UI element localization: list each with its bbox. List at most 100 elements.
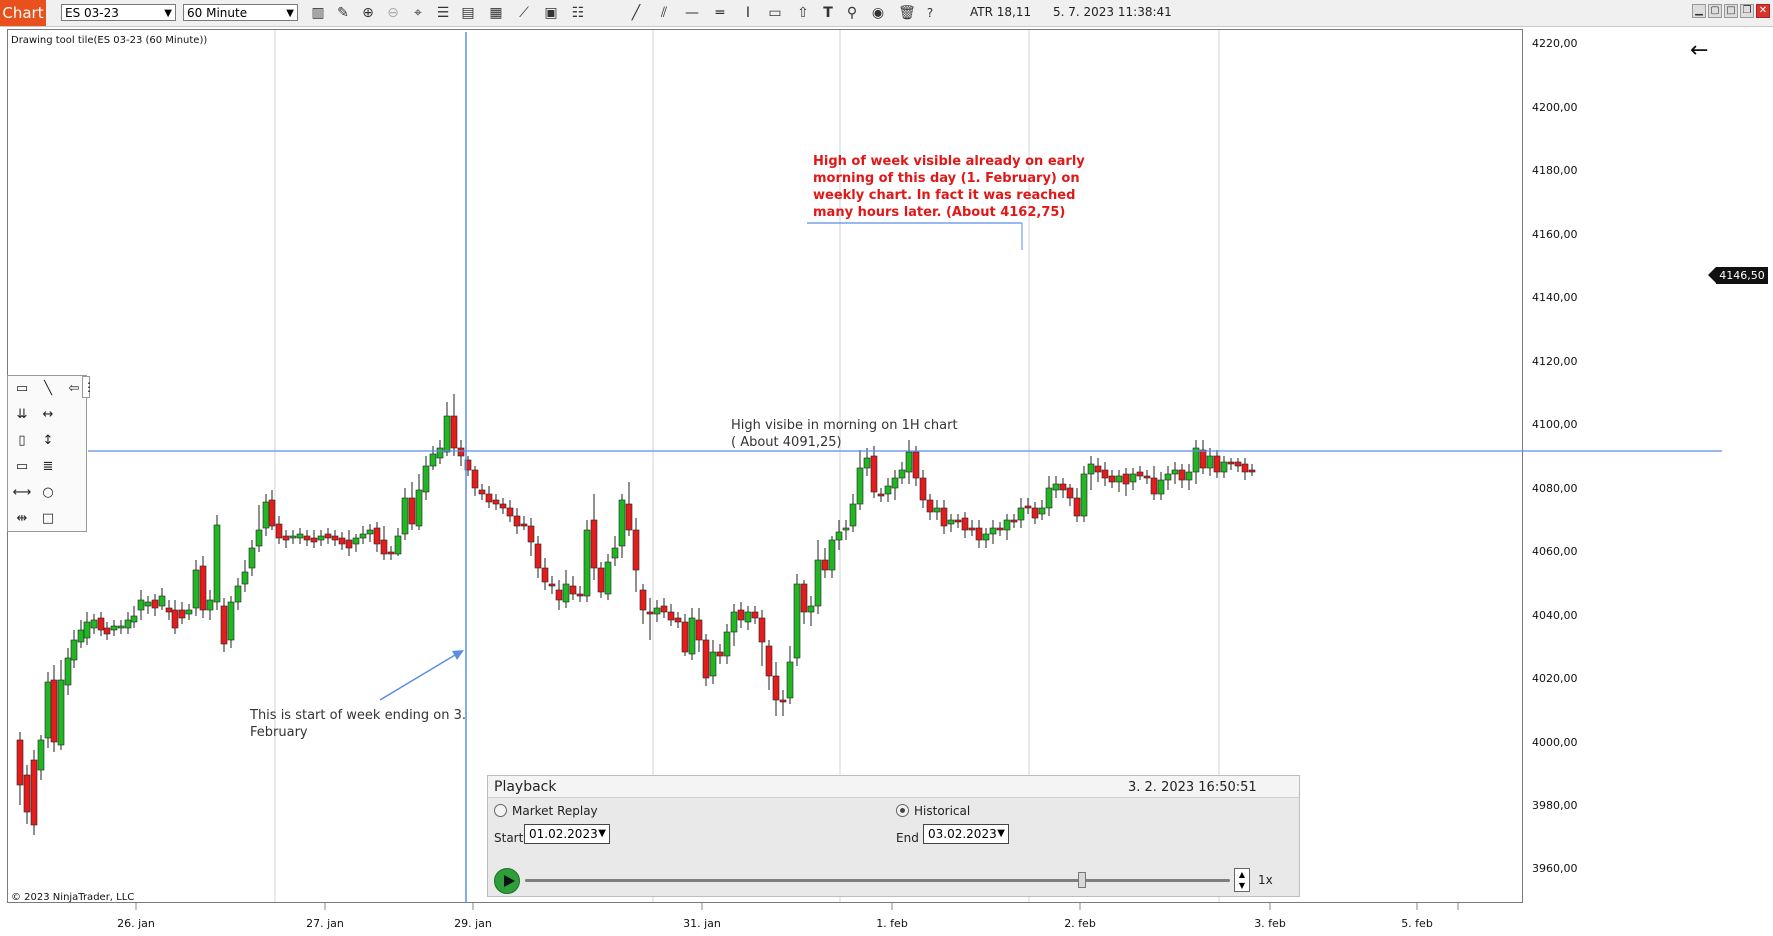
candle-body	[660, 605, 668, 613]
candle-body	[996, 527, 1004, 531]
square-icon[interactable]: □	[37, 510, 59, 528]
candle-body	[90, 619, 98, 629]
candle-body	[1073, 497, 1081, 517]
rectangle-icon[interactable]: ▭	[11, 458, 33, 476]
time-tick-label: 29. jan	[454, 917, 492, 930]
time-tick-label: 3. feb	[1254, 917, 1286, 930]
candle-body	[1066, 487, 1074, 499]
playback-slider-thumb[interactable]	[1077, 872, 1086, 888]
candle-body	[1241, 463, 1249, 473]
circle-icon[interactable]: ○	[37, 484, 59, 502]
candle-body	[436, 447, 444, 459]
start-date-picker[interactable]: 01.02.2023 ▼	[524, 824, 610, 844]
candle-body	[674, 617, 682, 623]
candle-body	[50, 679, 58, 743]
arrow-down-icon[interactable]: ⇊	[11, 406, 33, 424]
candle-body	[262, 501, 270, 529]
candle-body	[338, 537, 346, 545]
candle-body	[401, 497, 409, 535]
candle-body	[206, 599, 214, 611]
annotation-line: weekly chart. In fact it was reached	[813, 188, 1076, 203]
candle-body	[576, 593, 584, 597]
candle-body	[83, 621, 91, 639]
candle-body	[590, 519, 598, 569]
candle-body	[97, 617, 105, 631]
annotation-line: morning of this day (1. February) on	[813, 171, 1080, 186]
candle-body	[77, 629, 85, 643]
candle-body	[681, 621, 689, 653]
candle-body	[178, 609, 186, 619]
price-tick-label: 4040,00	[1532, 609, 1578, 622]
candle-body	[1234, 461, 1242, 467]
price-tick-label: 4160,00	[1532, 228, 1578, 241]
market-replay-radio[interactable]	[494, 804, 507, 817]
candle-body	[485, 493, 493, 503]
candle-body	[807, 605, 815, 613]
candle-body	[737, 609, 745, 621]
candle-body	[1164, 473, 1172, 481]
candle-body	[912, 451, 920, 479]
time-tick-label: 2. feb	[1064, 917, 1096, 930]
candle-body	[192, 569, 200, 609]
play-button[interactable]	[494, 868, 520, 894]
candle-body	[933, 507, 941, 513]
annotation-week-start: This is start of week ending on 3. Febru…	[250, 707, 466, 741]
candle-body	[1052, 483, 1060, 491]
drawing-tools-panel: ▭ ╲ ⇦ ⇊ ↔ ▯ ↕ ▭ ≣ ⟷ ○ ⇹ □	[7, 375, 87, 532]
extended-ray-icon[interactable]: ⇹	[11, 510, 33, 528]
candle-body	[814, 559, 822, 607]
candle-body	[352, 537, 360, 545]
candle-body	[282, 535, 290, 541]
line-icon[interactable]: ╲	[37, 380, 59, 398]
candle-body	[310, 537, 318, 543]
candle-body	[800, 583, 808, 613]
candle-body	[234, 585, 242, 603]
candle-body	[1087, 463, 1095, 475]
candle-body	[856, 467, 864, 505]
end-label: End	[896, 831, 919, 845]
speed-stepper[interactable]: ▲ ▼	[1234, 868, 1250, 892]
candle-body	[597, 567, 605, 593]
annotation-1h-high: High visibe in morning on 1H chart ( Abo…	[731, 417, 958, 451]
end-date-picker[interactable]: 03.02.2023 ▼	[923, 824, 1009, 844]
extended-line-icon[interactable]: ↔	[37, 406, 59, 424]
candle-body	[1227, 461, 1235, 465]
candle-body	[1108, 475, 1116, 483]
price-tick-label: 4200,00	[1532, 101, 1578, 114]
candle-body	[562, 583, 570, 603]
ray-icon[interactable]: ⟷	[11, 484, 33, 502]
candle-body	[1003, 519, 1011, 531]
candle-body	[1136, 471, 1144, 477]
candle-body	[144, 601, 152, 607]
candle-body	[758, 617, 766, 643]
candle-body	[387, 551, 395, 555]
candle-body	[1080, 473, 1088, 517]
vertical-line-icon[interactable]: ↕	[37, 432, 59, 450]
horizontal-lines-icon[interactable]: ≣	[37, 458, 59, 476]
start-date-value: 01.02.2023	[529, 827, 598, 841]
drawing-tools-grip-icon[interactable]: ⋮	[82, 376, 95, 398]
range-icon[interactable]: ▯	[11, 432, 33, 450]
candle-body	[1101, 469, 1109, 479]
candle-body	[70, 639, 78, 661]
candle-body	[688, 617, 696, 655]
candle-body	[898, 469, 906, 479]
back-arrow-icon[interactable]: ←	[1690, 38, 1708, 63]
candle-body	[1171, 469, 1179, 475]
candle-body	[1213, 455, 1221, 473]
playback-slider[interactable]	[525, 879, 1230, 882]
ruler-icon[interactable]: ▭	[11, 380, 33, 398]
candle-body	[1017, 507, 1025, 521]
candle-body	[296, 533, 304, 539]
market-replay-label: Market Replay	[512, 804, 598, 818]
price-tick-label: 4100,00	[1532, 418, 1578, 431]
historical-radio[interactable]	[896, 804, 909, 817]
candle-body	[1024, 505, 1032, 509]
copyright-label: © 2023 NinjaTrader, LLC	[11, 892, 135, 903]
candle-body	[478, 489, 486, 495]
annotation-line: ( About 4091,25)	[731, 435, 842, 450]
candle-body	[499, 503, 507, 509]
time-tick-label: 1. feb	[876, 917, 908, 930]
candle-body	[534, 543, 542, 569]
candle-body	[583, 529, 591, 597]
